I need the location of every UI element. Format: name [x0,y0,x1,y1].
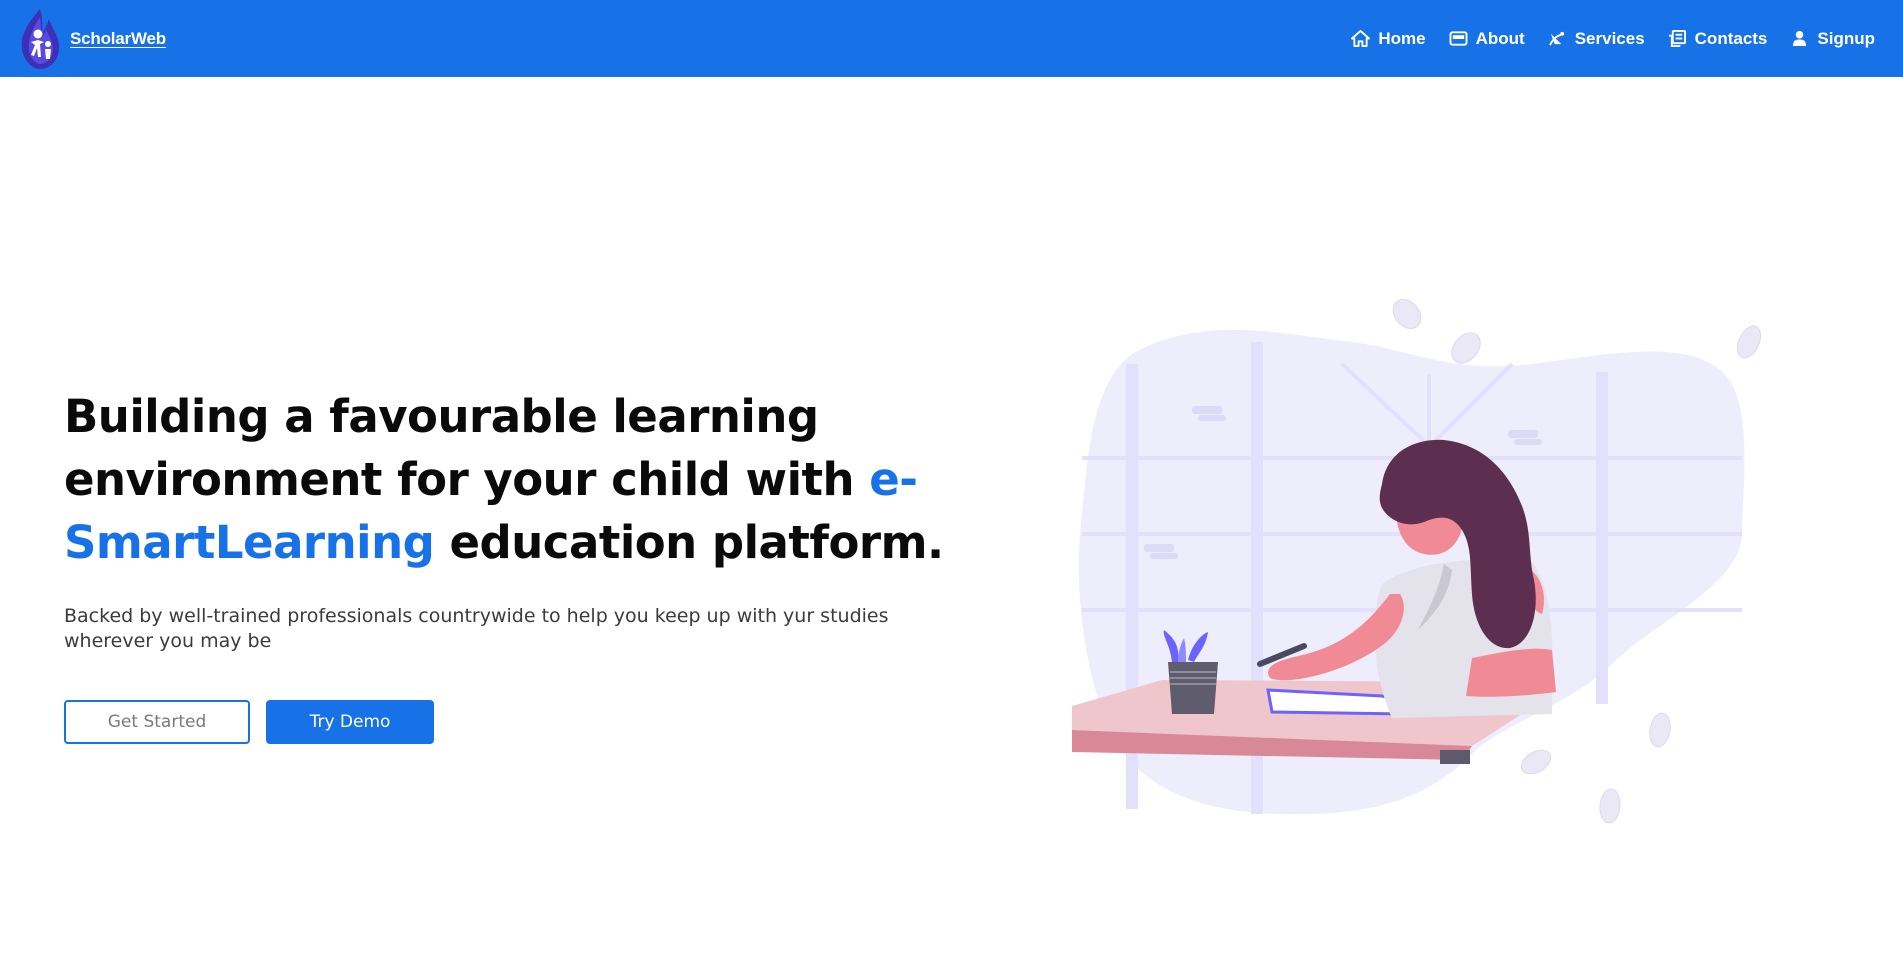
user-icon [1793,30,1807,47]
brand[interactable]: ScholarWeb [16,7,166,71]
nav-home-link[interactable]: Home [1351,28,1426,49]
get-started-button[interactable]: Get Started [64,700,250,744]
contacts-icon [1668,30,1686,47]
hero-title-part2: education platform. [434,516,945,569]
hero-title-part1: Building a favourable learning environme… [64,390,870,506]
nav-links: Home About Services Contacts Signup [1351,29,1875,49]
nav-services-link[interactable]: Services [1548,29,1645,49]
nav-home-label: Home [1378,28,1426,48]
nav-services-label: Services [1574,28,1645,48]
hero-subtitle: Backed by well-trained professionals cou… [64,605,889,652]
satellite-icon [1548,31,1564,46]
nav-contacts-label: Contacts [1694,28,1768,48]
nav-about-link[interactable]: About [1449,29,1525,49]
flame-person-logo-icon [21,8,60,69]
studying-girl-illustration [1072,299,1762,824]
nav-contacts-link[interactable]: Contacts [1668,28,1768,49]
try-demo-button[interactable]: Try Demo [266,700,434,744]
brand-name: ScholarWeb [70,28,166,48]
nav-about-label: About [1475,28,1525,48]
top-navbar: ScholarWeb Home About Services Contacts … [0,0,1903,77]
hero-title: Building a favourable learning environme… [64,385,944,574]
nav-signup-link[interactable]: Signup [1790,29,1875,49]
card-icon [1449,31,1468,46]
home-icon [1351,30,1371,47]
nav-signup-label: Signup [1817,28,1875,48]
